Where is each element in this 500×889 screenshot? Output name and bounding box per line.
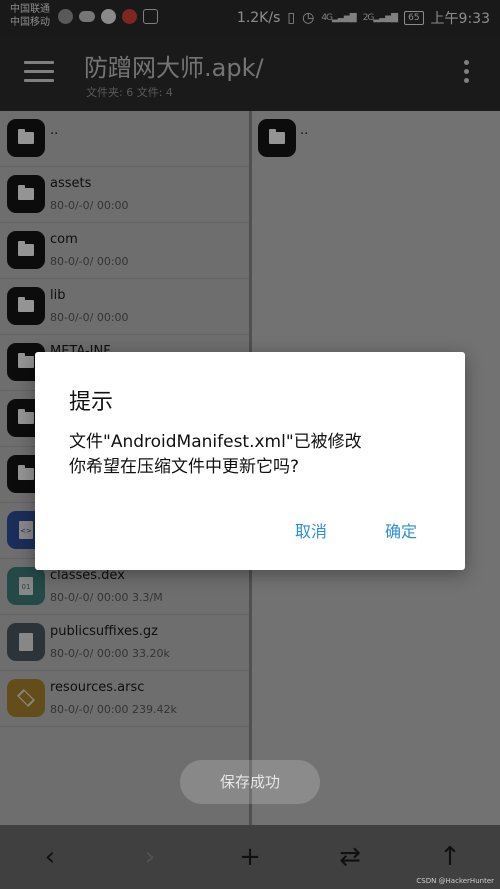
dialog-title: 提示: [69, 390, 114, 415]
dialog-message-line-2: 你希望在压缩文件中更新它吗?: [69, 457, 300, 477]
toast-message: 保存成功: [180, 760, 320, 804]
confirm-dialog: 提示 文件"AndroidManifest.xml"已被修改 你希望在压缩文件中…: [35, 352, 465, 570]
confirm-button[interactable]: 确定: [385, 518, 417, 542]
dialog-message: 文件"AndroidManifest.xml"已被修改 你希望在压缩文件中更新它…: [69, 430, 439, 480]
dialog-message-line-1: 文件"AndroidManifest.xml"已被修改: [69, 432, 362, 452]
cancel-button[interactable]: 取消: [295, 518, 327, 542]
watermark: CSDN @HackerHunter: [416, 877, 494, 885]
